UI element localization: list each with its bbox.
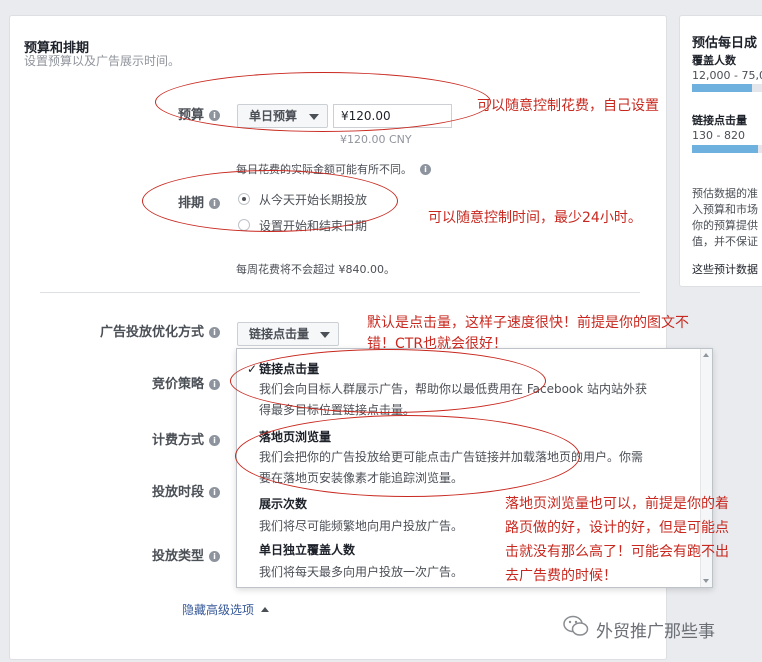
schedule-option-dates[interactable]: 设置开始和结束日期 — [259, 217, 367, 234]
clicks-value: 130 - 820 — [692, 129, 745, 142]
checkmark-icon: ✓ — [247, 362, 258, 376]
weekly-note: 每周花费将不会超过 ¥840.00。 — [236, 263, 395, 276]
option-title: 链接点击量 — [259, 362, 320, 376]
info-icon[interactable]: i — [209, 379, 221, 390]
optimization-label-text: 广告投放优化方式 — [100, 325, 205, 340]
clicks-bar — [692, 145, 758, 153]
schedule-radio-ongoing[interactable] — [238, 193, 250, 205]
delivery-type-label: 投放类型 i — [152, 545, 221, 564]
dropdown-option-link-clicks[interactable]: ✓ 链接点击量 — [247, 358, 319, 377]
budget-amount-input[interactable]: ¥120.00 — [333, 104, 452, 128]
annotation-budget: 可以随意控制花费，自己设置 — [477, 98, 659, 114]
schedule-radio-dates[interactable] — [238, 219, 250, 231]
annotation-line: 默认是点击量，这样子速度很快！前提是你的图文不 — [367, 315, 689, 331]
schedule-label: 排期 i — [178, 192, 221, 211]
info-icon[interactable]: i — [209, 110, 221, 121]
budget-note: 每日花费的实际金额可能有所不同。 i — [236, 161, 431, 177]
billing-label: 计费方式 i — [152, 429, 221, 448]
schedule-label-text: 排期 — [178, 196, 205, 211]
delivery-time-text: 投放时段 — [152, 485, 205, 500]
annotation-schedule: 可以随意控制时间，最少24小时。 — [428, 210, 642, 226]
optimization-select[interactable]: 链接点击量 — [237, 322, 339, 346]
delivery-type-text: 投放类型 — [152, 549, 205, 564]
estimate-note-line: 值，并不保证 — [692, 235, 758, 248]
dropdown-option-landing-page-views[interactable]: 落地页浏览量 — [259, 428, 331, 445]
estimate-note-line: 预估数据的准 — [692, 187, 758, 200]
delivery-time-label: 投放时段 i — [152, 481, 221, 500]
hide-advanced-link[interactable]: 隐藏高级选项 — [182, 601, 269, 618]
wechat-icon — [563, 615, 589, 636]
divider — [40, 292, 640, 293]
hide-advanced-text: 隐藏高级选项 — [182, 603, 255, 617]
option-desc: 我们会把你的广告投放给更可能点击广告链接并加载落地页的用户。你需 — [259, 450, 644, 464]
reach-bar — [692, 84, 752, 92]
dropdown-option-daily-unique-reach[interactable]: 单日独立覆盖人数 — [259, 541, 355, 558]
budget-converted: ¥120.00 CNY — [340, 133, 412, 146]
info-icon[interactable]: i — [209, 551, 221, 562]
chevron-up-icon — [260, 607, 269, 612]
reach-value: 12,000 - 75,0 — [692, 69, 762, 82]
annotation-line: 落地页浏览量也可以，前提是你的着 — [505, 496, 729, 512]
schedule-option-ongoing[interactable]: 从今天开始长期投放 — [259, 191, 367, 208]
watermark: 外贸推广那些事 — [596, 622, 715, 642]
dropdown-option-impressions[interactable]: 展示次数 — [259, 495, 307, 512]
reach-label: 覆盖人数 — [692, 54, 736, 67]
clicks-label: 链接点击量 — [692, 114, 747, 127]
chevron-down-icon — [320, 332, 330, 338]
estimate-note: 预估数据的准 入预算和市场 你的预算提供 值，并不保证 — [692, 186, 758, 250]
budget-type-label: 单日预算 — [249, 109, 298, 123]
info-icon[interactable]: i — [420, 164, 431, 175]
bid-strategy-text: 竞价策略 — [152, 377, 205, 392]
optimization-selected: 链接点击量 — [249, 327, 310, 341]
option-desc: 要在落地页安装像素才能追踪浏览量。 — [259, 471, 464, 485]
annotation-line: 去广告费的时候！ — [505, 568, 617, 584]
annotation-click-default: 默认是点击量，这样子速度很快！前提是你的图文不 错！CTR也就会很好！ — [367, 313, 689, 355]
annotation-line: 路页做的好，设计的好，但是可能点 — [505, 520, 729, 536]
budget-label: 预算 i — [178, 104, 221, 123]
annotation-landing-page: 落地页浏览量也可以，前提是你的着 路页做的好，设计的好，但是可能点 击就没有那么… — [505, 492, 729, 588]
option-desc: 我们会向目标人群展示广告，帮助你以最低费用在 Facebook 站内站外获 — [259, 382, 648, 396]
estimate-note-line: 你的预算提供 — [692, 219, 758, 232]
estimate-title: 预估每日成 — [692, 36, 758, 51]
bid-strategy-label: 竞价策略 i — [152, 373, 221, 392]
billing-text: 计费方式 — [152, 433, 205, 448]
option-desc: 我们将尽可能频繁地向用户投放广告。 — [259, 519, 464, 533]
budget-note-text: 每日花费的实际金额可能有所不同。 — [236, 163, 412, 176]
optimization-label: 广告投放优化方式 i — [100, 321, 221, 340]
annotation-line: 错！CTR也就会很好！ — [367, 336, 508, 352]
section-subtitle: 设置预算以及广告展示时间。 — [24, 54, 181, 68]
estimate-note-line: 入预算和市场 — [692, 203, 758, 216]
estimate-link[interactable]: 这些预计数据 — [692, 261, 758, 277]
info-icon[interactable]: i — [209, 198, 221, 209]
scroll-up-icon[interactable] — [703, 353, 709, 357]
option-desc: 我们将每天最多向用户投放一次广告。 — [259, 565, 464, 579]
chevron-down-icon — [309, 114, 319, 120]
budget-type-select[interactable]: 单日预算 — [237, 104, 328, 128]
info-icon[interactable]: i — [209, 435, 221, 446]
budget-label-text: 预算 — [178, 108, 205, 123]
info-icon[interactable]: i — [209, 487, 221, 498]
option-desc: 得最多目标位置链接点击量。 — [259, 403, 416, 417]
info-icon[interactable]: i — [209, 327, 221, 338]
annotation-line: 击就没有那么高了！可能会有跑不出 — [505, 544, 729, 560]
